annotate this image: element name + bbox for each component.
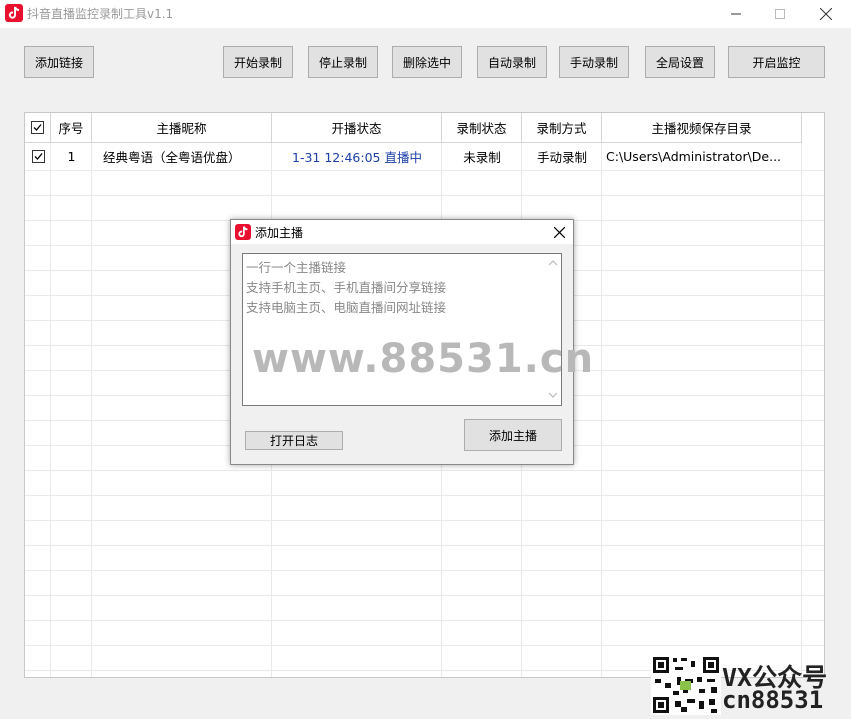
global-settings-button[interactable]: 全局设置: [645, 46, 715, 78]
dialog-logo-icon: [235, 224, 251, 240]
col-header-index[interactable]: 序号: [51, 113, 92, 142]
qr-code-image: [651, 655, 721, 715]
table-header: 序号 主播昵称 开播状态 录制状态 录制方式 主播视频保存目录: [25, 113, 802, 143]
row-record-mode: 手动录制: [536, 150, 587, 165]
delete-selected-button[interactable]: 删除选中: [392, 46, 462, 78]
row-save-dir: C:\Users\Administrator\De...: [606, 149, 782, 164]
add-streamer-button[interactable]: 添加主播: [464, 419, 562, 451]
row-record-status: 未录制: [463, 150, 501, 165]
col-header-nickname[interactable]: 主播昵称: [92, 113, 272, 142]
wechat-account-text: cn88531: [722, 686, 824, 714]
site-watermark: www.88531.cn: [252, 336, 595, 382]
start-record-button[interactable]: 开始录制: [223, 46, 293, 78]
maximize-button[interactable]: [757, 0, 803, 28]
window-title: 抖音直播监控录制工具v1.1: [27, 7, 174, 21]
stop-record-button[interactable]: 停止录制: [308, 46, 378, 78]
col-header-live-status[interactable]: 开播状态: [272, 113, 442, 142]
dialog-title: 添加主播: [255, 226, 304, 240]
streamer-links-textarea[interactable]: 一行一个主播链接 支持手机主页、手机直播间分享链接 支持电脑主页、电脑直播间网址…: [242, 253, 562, 406]
dialog-title-bar: 添加主播: [231, 220, 573, 244]
textarea-hint-line-3: 支持电脑主页、电脑直播间网址链接: [246, 300, 447, 315]
table-row-checkbox-cell[interactable]: [25, 143, 51, 170]
title-bar: 抖音直播监控录制工具v1.1: [0, 0, 851, 28]
auto-record-button[interactable]: 自动录制: [477, 46, 547, 78]
textarea-hint-line-1: 一行一个主播链接: [246, 260, 347, 275]
select-all-checkbox[interactable]: [31, 121, 44, 134]
col-header-record-status[interactable]: 录制状态: [442, 113, 522, 142]
row-live-status: 1-31 12:46:05 直播中: [292, 150, 422, 165]
textarea-hint-line-2: 支持手机主页、手机直播间分享链接: [246, 280, 447, 295]
textarea-scrollbar[interactable]: [545, 254, 561, 405]
col-header-save-dir[interactable]: 主播视频保存目录: [602, 113, 802, 142]
row-nickname: 经典粤语（全粤语优盘）: [103, 150, 241, 165]
col-header-record-mode[interactable]: 录制方式: [522, 113, 602, 142]
open-log-button[interactable]: 打开日志: [245, 431, 343, 450]
manual-record-button[interactable]: 手动录制: [559, 46, 629, 78]
add-link-button[interactable]: 添加链接: [24, 46, 94, 78]
dialog-close-icon[interactable]: [549, 222, 569, 242]
minimize-button[interactable]: [713, 0, 759, 28]
row-index: 1: [67, 149, 76, 164]
app-logo-icon: [5, 4, 23, 22]
row-checkbox[interactable]: [31, 150, 45, 163]
close-button[interactable]: [803, 0, 849, 28]
select-all-cell[interactable]: [25, 113, 51, 142]
start-monitor-button[interactable]: 开启监控: [728, 46, 825, 78]
